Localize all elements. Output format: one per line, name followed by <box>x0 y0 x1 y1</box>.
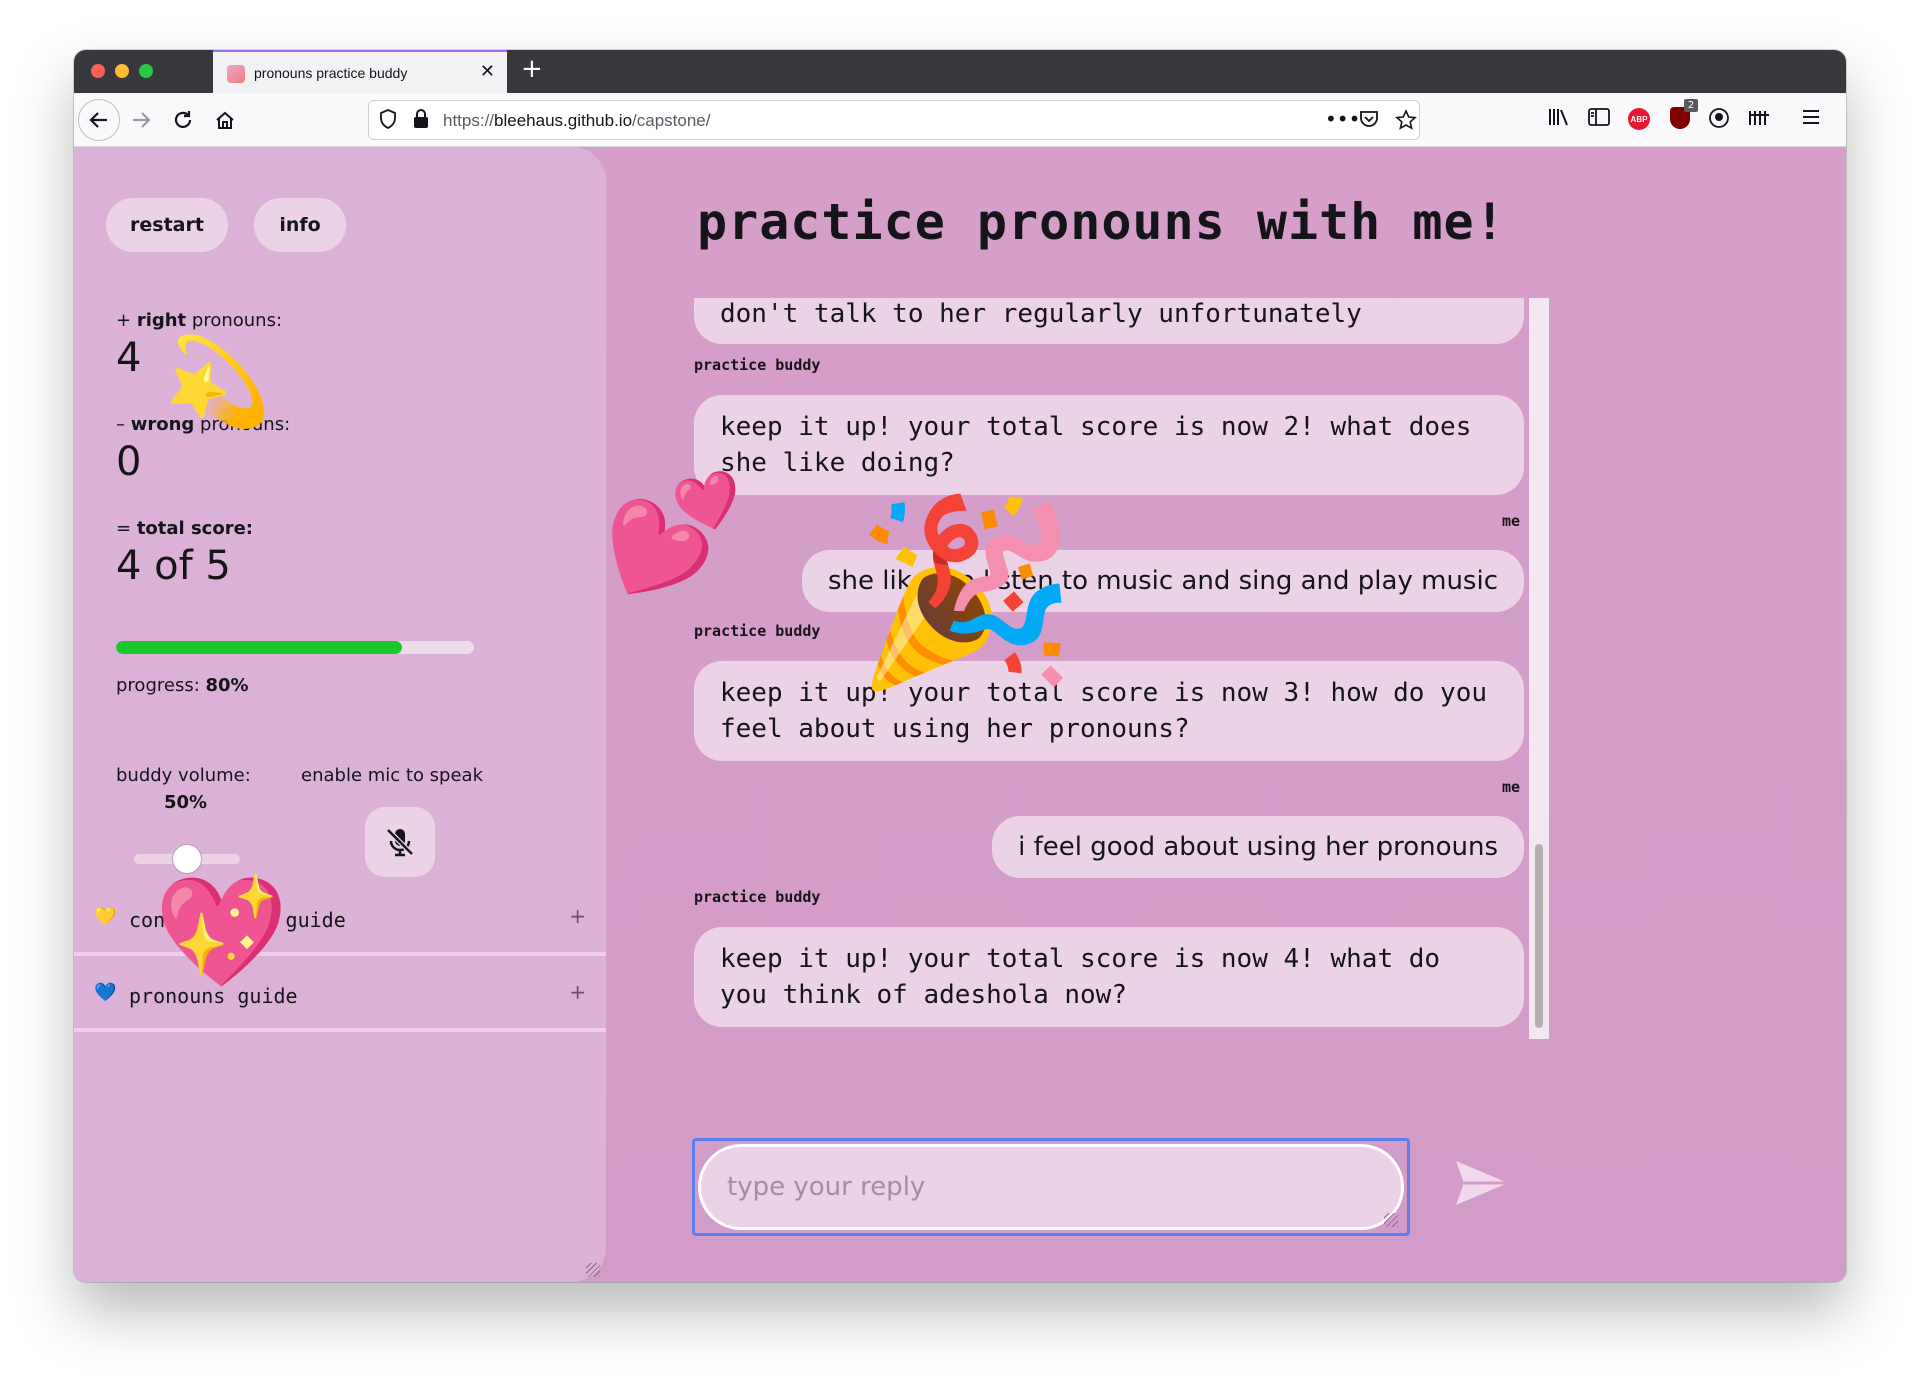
chat-bubble-buddy: keep it up! your total score is now 2! w… <box>694 395 1524 495</box>
chat-log[interactable]: don't talk to her regularly unfortunatel… <box>694 298 1544 1038</box>
url-text[interactable]: https://bleehaus.github.io/capstone/ <box>443 111 711 131</box>
menu-icon[interactable] <box>1802 107 1820 131</box>
buddy-volume-label: buddy volume: <box>116 765 251 786</box>
page-content: restart info + right pronouns: 4 – wrong… <box>74 147 1846 1282</box>
tab-title: pronouns practice buddy <box>254 65 408 81</box>
url-bar[interactable]: https://bleehaus.github.io/capstone/ ••• <box>368 100 1420 140</box>
back-icon[interactable] <box>78 99 120 141</box>
expand-icon[interactable]: + <box>569 980 586 1004</box>
favicon-icon <box>227 65 245 83</box>
progress-text: progress: 80% <box>116 675 249 696</box>
sender-label: practice buddy <box>694 888 821 906</box>
minimize-window-button[interactable] <box>115 64 129 78</box>
mic-off-icon <box>386 828 414 857</box>
sender-label: me <box>1501 778 1520 796</box>
wrong-pronouns-value: 0 <box>116 439 142 485</box>
resize-handle-icon[interactable] <box>1384 1213 1398 1227</box>
sender-label: practice buddy <box>694 622 821 640</box>
page-title: practice pronouns with me! <box>697 193 1506 251</box>
chat-bubble-buddy: keep it up! your total score is now 3! h… <box>694 661 1524 761</box>
total-score-label: = total score: <box>116 518 254 539</box>
progress-bar <box>116 641 474 654</box>
sidebar: restart info + right pronouns: 4 – wrong… <box>74 147 606 1282</box>
maximize-window-button[interactable] <box>139 64 153 78</box>
reload-icon[interactable] <box>166 103 200 137</box>
sender-label: practice buddy <box>694 356 821 374</box>
close-tab-icon[interactable]: ✕ <box>480 61 495 82</box>
adblock-plus-icon[interactable]: ABP <box>1628 108 1650 130</box>
chat-bubble-buddy: don't talk to her regularly unfortunatel… <box>694 298 1524 344</box>
enable-mic-label: enable mic to speak <box>301 765 484 786</box>
chat-scrollbar-thumb[interactable] <box>1535 844 1543 1028</box>
home-icon[interactable] <box>208 103 242 137</box>
mic-toggle-button[interactable] <box>365 807 435 877</box>
forward-icon[interactable] <box>124 103 158 137</box>
lock-icon[interactable] <box>413 109 429 134</box>
browser-tab[interactable]: pronouns practice buddy ✕ <box>213 50 507 93</box>
progress-bar-fill <box>116 641 403 654</box>
sparkling-heart-icon: 💖 <box>154 870 289 995</box>
buddy-volume-value: 50% <box>164 792 208 813</box>
chat-bubble-buddy: keep it up! your total score is now 4! w… <box>694 927 1524 1027</box>
party-popper-icon: 🎉 <box>854 488 1079 697</box>
account-icon[interactable] <box>1708 107 1730 134</box>
dizzy-star-icon: 💫 <box>164 332 272 432</box>
library-icon[interactable] <box>1548 107 1570 132</box>
send-icon <box>1456 1161 1508 1205</box>
send-button[interactable] <box>1452 1153 1512 1213</box>
nav-bar: https://bleehaus.github.io/capstone/ •••… <box>74 93 1846 147</box>
browser-window: pronouns practice buddy ✕ + https://blee… <box>74 50 1846 1282</box>
more-actions-icon[interactable]: ••• <box>1325 107 1360 131</box>
info-button[interactable]: info <box>254 198 346 252</box>
shield-icon[interactable] <box>379 109 397 134</box>
expand-icon[interactable]: + <box>569 904 586 928</box>
close-window-button[interactable] <box>91 64 105 78</box>
sidebar-toggle-icon[interactable] <box>1588 107 1610 132</box>
resize-handle-icon[interactable] <box>586 1263 600 1277</box>
total-score-value: 4 of 5 <box>116 543 231 589</box>
tab-bar: pronouns practice buddy ✕ + <box>74 50 1846 93</box>
ublock-badge: 2 <box>1684 99 1698 112</box>
restart-button[interactable]: restart <box>106 198 228 252</box>
bookmark-star-icon[interactable] <box>1395 109 1417 136</box>
right-pronouns-label: + right pronouns: <box>116 310 283 331</box>
reply-input[interactable] <box>698 1144 1404 1230</box>
chat-bubble-me: i feel good about using her pronouns <box>992 816 1524 878</box>
new-tab-icon[interactable]: + <box>521 54 543 84</box>
blue-heart-icon: 💙 <box>94 982 117 1003</box>
pocket-icon[interactable] <box>1359 109 1379 134</box>
right-pronouns-value: 4 <box>116 335 142 381</box>
extension-icon[interactable] <box>1748 107 1770 132</box>
yellow-heart-icon: 💛 <box>94 906 117 927</box>
sender-label: me <box>1501 512 1520 530</box>
two-hearts-icon: 💕 <box>604 468 744 598</box>
